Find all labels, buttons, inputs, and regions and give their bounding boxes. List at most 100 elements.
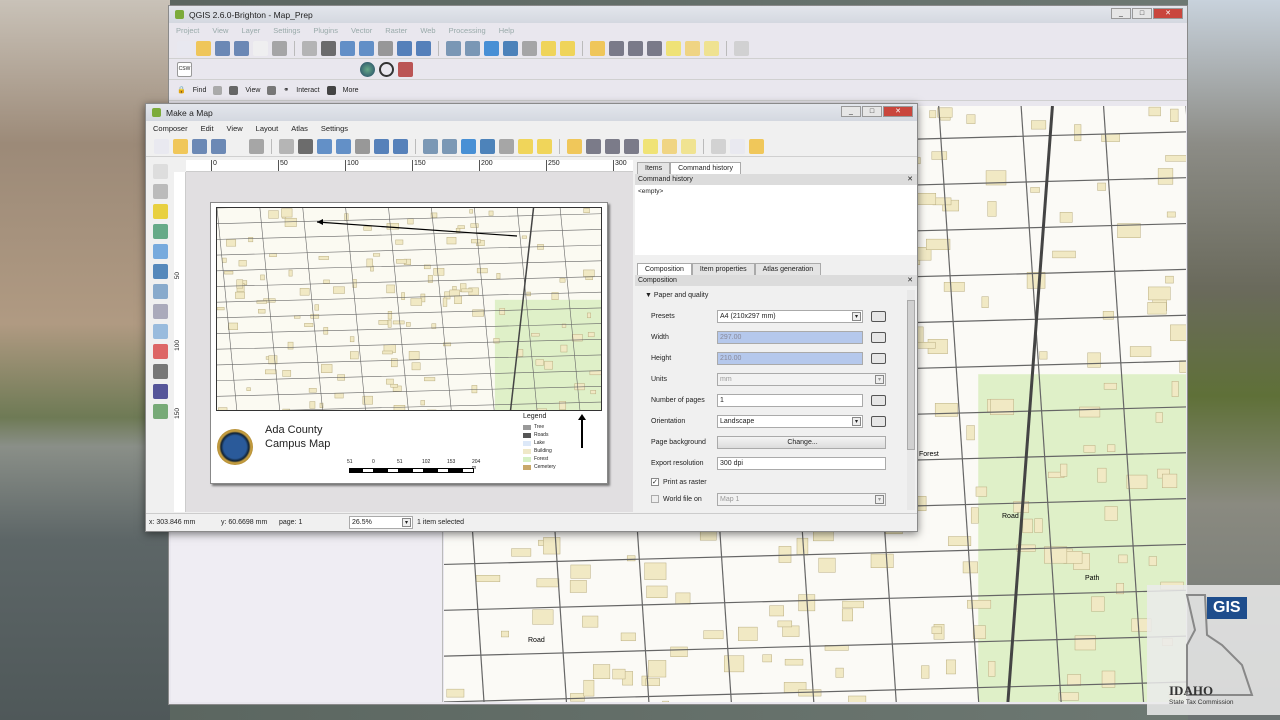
qgis-tool-icon-17[interactable] bbox=[522, 40, 537, 56]
composer-tool-icon-5[interactable] bbox=[249, 138, 264, 154]
composer-tool-icon-17[interactable] bbox=[499, 138, 514, 154]
menu-edit[interactable]: Edit bbox=[201, 124, 214, 133]
qgis-tool-icon-25[interactable] bbox=[685, 40, 700, 56]
qgis-tool-icon-15[interactable] bbox=[484, 40, 499, 56]
export-resolution-spinbox[interactable]: 300 dpi bbox=[717, 457, 886, 470]
qgis-tool-icon-16[interactable] bbox=[503, 40, 518, 56]
command-history-list[interactable]: <empty> bbox=[635, 185, 917, 255]
composer-tool-icon-4[interactable] bbox=[230, 138, 245, 154]
north-arrow-icon[interactable] bbox=[379, 61, 394, 77]
more-label[interactable]: More bbox=[343, 87, 359, 94]
zoom-select[interactable]: 26.5% ▾ bbox=[349, 516, 413, 529]
qgis-tool-icon-3[interactable] bbox=[234, 40, 249, 56]
composer-tool-icon-10[interactable] bbox=[355, 138, 370, 154]
units-select[interactable]: mm ▾ bbox=[717, 373, 886, 386]
menu-processing[interactable]: Processing bbox=[449, 26, 486, 35]
qgis-tool-icon-8[interactable] bbox=[340, 40, 355, 56]
composer-tool-icon-21[interactable] bbox=[586, 138, 601, 154]
print-icon[interactable] bbox=[267, 85, 277, 95]
composer-add-item-icon-8[interactable] bbox=[152, 324, 168, 339]
menu-atlas[interactable]: Atlas bbox=[291, 124, 308, 133]
composer-tool-icon-29[interactable] bbox=[749, 138, 764, 154]
lock-icon[interactable]: 🔒 bbox=[177, 86, 186, 94]
qgis-tool-icon-26[interactable] bbox=[704, 40, 719, 56]
composer-tool-icon-27[interactable] bbox=[711, 138, 726, 154]
menu-plugins[interactable]: Plugins bbox=[313, 26, 338, 35]
qgis-tool-icon-4[interactable] bbox=[253, 40, 268, 56]
print-raster-checkbox[interactable]: ✓ bbox=[651, 478, 659, 486]
composer-add-item-icon-10[interactable] bbox=[152, 364, 168, 379]
composer-tool-icon-3[interactable] bbox=[211, 138, 226, 154]
composer-add-item-icon-3[interactable] bbox=[152, 224, 168, 239]
raster-grid-icon[interactable] bbox=[398, 61, 413, 77]
composer-tool-icon-0[interactable] bbox=[154, 138, 169, 154]
menu-vector[interactable]: Vector bbox=[351, 26, 372, 35]
composer-tool-icon-28[interactable] bbox=[730, 138, 745, 154]
north-arrow[interactable] bbox=[578, 414, 586, 448]
composer-add-item-icon-4[interactable] bbox=[152, 244, 168, 259]
qgis-tool-icon-1[interactable] bbox=[196, 40, 211, 56]
qgis-tool-icon-18[interactable] bbox=[541, 40, 556, 56]
tab-items[interactable]: Items bbox=[637, 162, 671, 174]
qgis-tool-icon-11[interactable] bbox=[397, 40, 412, 56]
composer-tool-icon-9[interactable] bbox=[336, 138, 351, 154]
menu-settings[interactable]: Settings bbox=[273, 26, 300, 35]
composer-tool-icon-7[interactable] bbox=[298, 138, 313, 154]
composer-add-item-icon-5[interactable] bbox=[152, 264, 168, 279]
menu-layer[interactable]: Layer bbox=[241, 26, 260, 35]
menu-project[interactable]: Project bbox=[176, 26, 199, 35]
menu-layout[interactable]: Layout bbox=[256, 124, 279, 133]
composer-tool-icon-16[interactable] bbox=[480, 138, 495, 154]
composer-tool-icon-12[interactable] bbox=[393, 138, 408, 154]
presets-select[interactable]: A4 (210x297 mm) ▾ bbox=[717, 310, 863, 323]
qgis-tool-icon-27[interactable] bbox=[734, 40, 749, 56]
qgis-tool-icon-23[interactable] bbox=[647, 40, 662, 56]
qgis-tool-icon-10[interactable] bbox=[378, 40, 393, 56]
close-button[interactable]: ✕ bbox=[883, 106, 913, 117]
tab-atlas-generation[interactable]: Atlas generation bbox=[754, 263, 822, 275]
legend[interactable]: Legend Tree Roads Lake Building Forest Cemete… bbox=[523, 413, 583, 471]
scrollbar[interactable] bbox=[907, 290, 915, 510]
paper-quality-section[interactable]: ▼ Paper and quality bbox=[635, 292, 917, 306]
composer-tool-icon-25[interactable] bbox=[662, 138, 677, 154]
qgis-tool-icon-13[interactable] bbox=[446, 40, 461, 56]
tab-item-properties[interactable]: Item properties bbox=[691, 263, 755, 275]
qgis-tool-icon-2[interactable] bbox=[215, 40, 230, 56]
close-icon[interactable]: ✕ bbox=[907, 275, 913, 286]
composer-tool-icon-19[interactable] bbox=[537, 138, 552, 154]
composer-canvas[interactable]: Ada County Campus Map 51 0 51 102 153 204 m Le… bbox=[186, 172, 633, 512]
data-defined-button[interactable] bbox=[871, 332, 886, 343]
menu-view[interactable]: View bbox=[212, 26, 228, 35]
maximize-button[interactable]: □ bbox=[1132, 8, 1152, 19]
scale-bar[interactable]: 51 0 51 102 153 204 m bbox=[347, 459, 480, 479]
minimize-button[interactable]: _ bbox=[841, 106, 861, 117]
data-defined-button[interactable] bbox=[871, 395, 886, 406]
composer-add-item-icon-11[interactable] bbox=[152, 384, 168, 399]
close-icon[interactable]: ✕ bbox=[907, 174, 913, 185]
qgis-tool-icon-7[interactable] bbox=[321, 40, 336, 56]
composer-tool-icon-18[interactable] bbox=[518, 138, 533, 154]
link-icon[interactable]: ⚭ bbox=[283, 86, 289, 94]
qgis-tool-icon-20[interactable] bbox=[590, 40, 605, 56]
composer-add-item-icon-12[interactable] bbox=[152, 404, 168, 419]
composer-tool-icon-2[interactable] bbox=[192, 138, 207, 154]
composer-tool-icon-13[interactable] bbox=[423, 138, 438, 154]
composer-add-item-icon-6[interactable] bbox=[152, 284, 168, 299]
qgis-tool-icon-5[interactable] bbox=[272, 40, 287, 56]
composer-tool-icon-1[interactable] bbox=[173, 138, 188, 154]
data-defined-button[interactable] bbox=[871, 353, 886, 364]
menu-composer[interactable]: Composer bbox=[153, 124, 188, 133]
qgis-tool-icon-21[interactable] bbox=[609, 40, 624, 56]
qgis-tool-icon-12[interactable] bbox=[416, 40, 431, 56]
globe-icon[interactable] bbox=[360, 61, 375, 77]
minimize-button[interactable]: _ bbox=[1111, 8, 1131, 19]
menu-settings[interactable]: Settings bbox=[321, 124, 348, 133]
composer-tool-icon-22[interactable] bbox=[605, 138, 620, 154]
composer-tool-icon-23[interactable] bbox=[624, 138, 639, 154]
map-item[interactable] bbox=[216, 207, 602, 411]
qgis-tool-icon-6[interactable] bbox=[302, 40, 317, 56]
world-file-checkbox[interactable] bbox=[651, 495, 659, 503]
qgis-tool-icon-0[interactable] bbox=[177, 40, 192, 56]
interact-label[interactable]: Interact bbox=[296, 87, 319, 94]
height-input[interactable]: 210.00 bbox=[717, 352, 863, 365]
